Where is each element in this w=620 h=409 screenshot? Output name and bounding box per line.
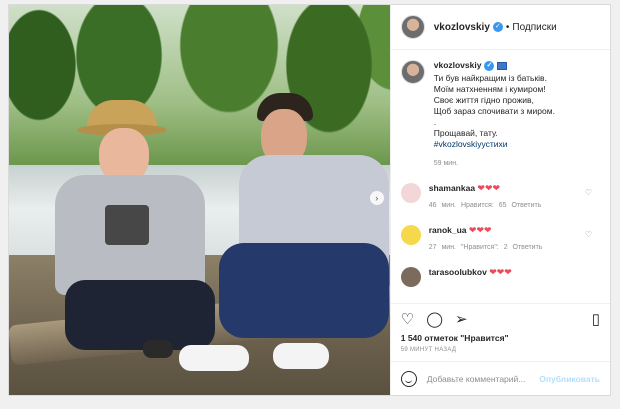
avatar[interactable] <box>400 183 421 203</box>
post-timestamp: 59 минут назад <box>400 347 457 353</box>
jeans <box>219 243 389 338</box>
avatar[interactable] <box>400 225 421 245</box>
white-sneaker <box>273 343 329 369</box>
caption-line: Прощавай, тату. <box>433 128 498 138</box>
caption-username[interactable]: vkozlovskiy <box>434 60 482 71</box>
caption-hashtag[interactable]: #vkozlovskiyустихи <box>434 139 594 150</box>
post-caption: vkozlovskiy ✓ Ти був найкращим із батькі… <box>400 60 600 169</box>
heart-icon[interactable]: ♡ <box>401 310 414 328</box>
flag-icon <box>497 61 508 70</box>
comment-input[interactable]: Добавьте комментарий... <box>427 374 540 384</box>
post-actions: ♡ ◯ ➢ ▯ <box>390 303 610 333</box>
caption-line: . <box>433 117 437 127</box>
avatar[interactable] <box>400 15 425 39</box>
caption-line: Своє життя гідно прожив, <box>433 95 534 105</box>
avatar[interactable] <box>400 60 425 84</box>
caption-head: vkozlovskiy ✓ <box>434 60 594 71</box>
verified-badge-icon: ✓ <box>484 60 495 71</box>
comment-username[interactable]: ranok_ua <box>429 225 467 235</box>
white-sneaker <box>179 345 249 371</box>
comment-text: ❤❤❤ <box>468 225 492 235</box>
header-username[interactable]: vkozlovskiy <box>434 22 490 33</box>
bookmark-icon[interactable]: ▯ <box>592 310 600 328</box>
post-side-panel: vkozlovskiy ✓ • Подписки vkozlovskiy ✓ Т… <box>389 5 610 395</box>
instagram-post: › vkozlovskiy ✓ • Подписки vkozlovskiy ✓… <box>8 4 611 396</box>
comment-username[interactable]: tarasoolubkov <box>429 267 487 277</box>
comment-content: shamankaa ❤❤❤ 46 мин. Нравится: 65 Ответ… <box>429 183 542 211</box>
share-icon[interactable]: ➢ <box>455 310 468 328</box>
comment-meta: 27 мин. "Нравится": 2 Ответить <box>428 244 543 251</box>
comment-text: ❤❤❤ <box>477 183 501 193</box>
comment-username[interactable]: shamankaa <box>429 183 475 193</box>
publish-button[interactable]: Опубликовать <box>539 374 600 384</box>
caption-text: vkozlovskiy ✓ Ти був найкращим із батькі… <box>434 60 594 169</box>
next-photo-chevron-icon[interactable]: › <box>369 191 384 205</box>
caption-line: Ти був найкращим із батьків. <box>433 73 547 83</box>
header-separator: • <box>505 21 510 33</box>
comment-content: ranok_ua ❤❤❤ 27 мин. "Нравится": 2 Ответ… <box>429 225 543 253</box>
like-comment-heart-icon[interactable]: ♡ <box>585 229 592 240</box>
add-comment-bar: Добавьте комментарий... Опубликовать <box>390 361 610 395</box>
comments-area: vkozlovskiy ✓ Ти був найкращим із батькі… <box>391 50 610 303</box>
avatar[interactable] <box>400 267 421 287</box>
post-header: vkozlovskiy ✓ • Подписки <box>390 5 610 50</box>
following-button[interactable]: Подписки <box>512 22 556 33</box>
emoji-icon[interactable] <box>400 370 417 387</box>
comment-item: tarasoolubkov ❤❤❤ <box>400 267 600 287</box>
caption-time: 59 мин. <box>433 160 458 167</box>
comment-text: ❤❤❤ <box>489 267 512 277</box>
comment-content: tarasoolubkov ❤❤❤ <box>429 267 512 287</box>
deer-print <box>105 205 149 245</box>
comment-meta: 46 мин. Нравится: 65 Ответить <box>428 202 542 209</box>
comment-item: shamankaa ❤❤❤ 46 мин. Нравится: 65 Ответ… <box>400 183 600 211</box>
shoe <box>143 340 173 358</box>
likes-count[interactable]: 1 540 отметок "Нравится" <box>391 333 610 343</box>
caption-line: Щоб зараз спочивати з миром. <box>433 106 555 116</box>
comment-item: ranok_ua ❤❤❤ 27 мин. "Нравится": 2 Ответ… <box>400 225 600 253</box>
caption-line: Моїм натхненням і кумиром! <box>433 84 546 94</box>
like-comment-heart-icon[interactable]: ♡ <box>585 187 592 198</box>
verified-badge-icon: ✓ <box>492 22 503 32</box>
post-photo[interactable]: › <box>9 5 390 395</box>
photo-person-younger <box>179 93 389 383</box>
comment-icon[interactable]: ◯ <box>426 310 443 328</box>
